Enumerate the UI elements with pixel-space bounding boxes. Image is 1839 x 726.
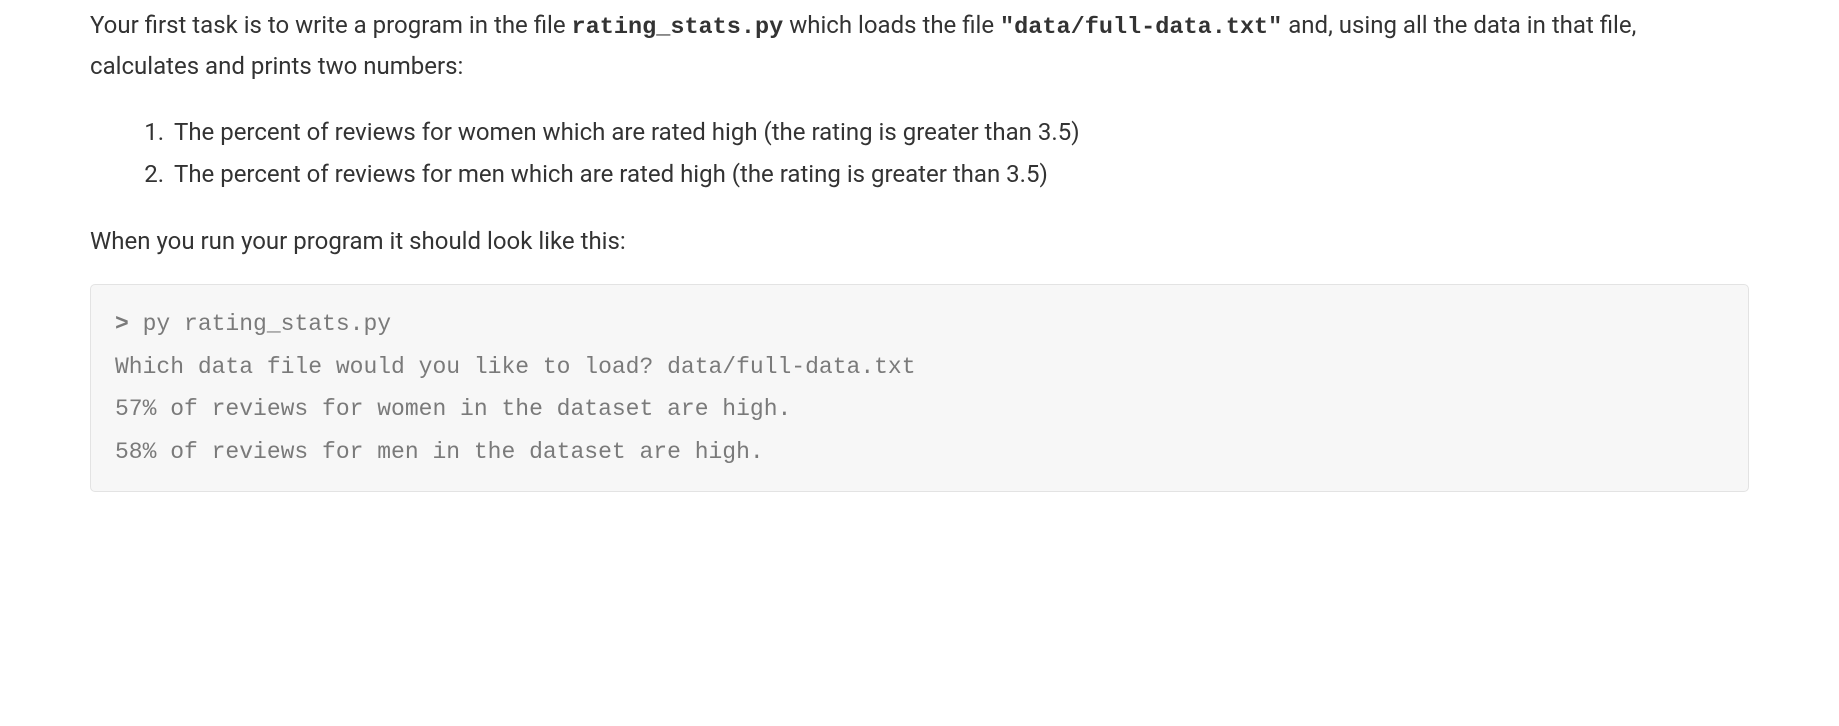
output-line: 58% of reviews for men in the dataset ar… <box>115 439 764 465</box>
intro-text-1: Your first task is to write a program in… <box>90 11 572 39</box>
output-line: 57% of reviews for women in the dataset … <box>115 396 791 422</box>
quote-close: " <box>1268 14 1282 41</box>
shell-prompt: > <box>115 311 129 337</box>
code-block: > py rating_stats.py Which data file wou… <box>90 284 1749 492</box>
shell-command: py rating_stats.py <box>129 311 391 337</box>
list-item: The percent of reviews for men which are… <box>170 155 1749 193</box>
list-item: The percent of reviews for women which a… <box>170 113 1749 151</box>
intro-text-2: which loads the file <box>783 11 1000 39</box>
filename-code-1: rating_stats.py <box>572 14 784 41</box>
filename-code-2: data/full-data.txt <box>1014 14 1268 41</box>
ordered-list: The percent of reviews for women which a… <box>90 113 1749 194</box>
lead-paragraph: When you run your program it should look… <box>90 222 1749 260</box>
output-line: Which data file would you like to load? … <box>115 354 916 380</box>
intro-paragraph: Your first task is to write a program in… <box>90 0 1749 85</box>
quote-open: " <box>1000 14 1014 41</box>
document-page: Your first task is to write a program in… <box>0 0 1839 726</box>
